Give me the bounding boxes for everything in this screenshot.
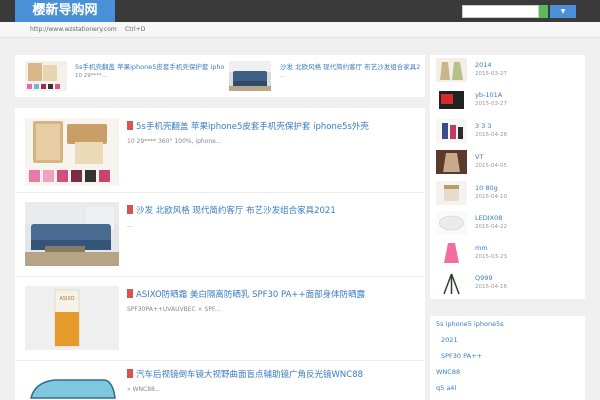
- article-title-text: ASIXO防晒霜 美白隔离防晒乳 SPF30 PA++面部身体防晒露: [136, 290, 366, 300]
- bookmark-icon: [127, 289, 133, 298]
- bookmark-icon: [127, 205, 133, 214]
- sidebar-item-date: 2015-03-27: [475, 71, 507, 77]
- sidebar-item-title: 10 80g: [475, 184, 498, 192]
- featured-thumb-phonecase[interactable]: [25, 61, 67, 91]
- dress-thumb-icon: [436, 58, 467, 82]
- sidebar-item-title: yb-101A: [475, 91, 503, 99]
- coat-thumb-icon: [436, 150, 467, 174]
- article-title-4[interactable]: 汽车后视镜倒车镜大视野曲面盲点辅助镜广角反光镜WNC88: [127, 368, 417, 380]
- article-thumb-mirror[interactable]: [25, 370, 119, 400]
- category-link-4[interactable]: WNC88: [436, 368, 460, 376]
- mirror-image-icon: [25, 370, 119, 400]
- article-list: 5s手机壳翻盖 苹果iphone5皮套手机壳保护套 iphone5s外壳 10 …: [15, 108, 425, 400]
- sidebar-item-title: LEDIX08: [475, 214, 503, 222]
- article-thumb-sofa[interactable]: [25, 202, 119, 266]
- search-dropdown-button[interactable]: ▼: [550, 5, 576, 18]
- search-input[interactable]: [462, 5, 539, 18]
- category-link-1[interactable]: 5s iphone5 iphone5s: [436, 320, 504, 328]
- sunscreen-image-icon: ASIXO: [25, 286, 119, 350]
- featured-strip: 5s手机壳翻盖 苹果iphone5皮套手机壳保护套 iphone5s外壳 10 …: [15, 55, 425, 97]
- article-title-text: 汽车后视镜倒车镜大视野曲面盲点辅助镜广角反光镜WNC88: [136, 370, 364, 380]
- sub-bar: http://www.wzstationery.com Ctrl+D: [0, 22, 600, 38]
- featured-title-1[interactable]: 5s手机壳翻盖 苹果iphone5皮套手机壳保护套 iphone5s外壳: [75, 61, 225, 71]
- sidebar-item-3[interactable]: 3 3 3 2015-04-28: [436, 119, 584, 149]
- sidebar-item-6[interactable]: LEDIX08 2015-04-22: [436, 211, 584, 241]
- article-title-1[interactable]: 5s手机壳翻盖 苹果iphone5皮套手机壳保护套 iphone5s外壳: [127, 120, 417, 132]
- featured-meta-2: ...: [280, 73, 286, 79]
- sidebar-item-title: 2014: [475, 61, 492, 69]
- featured-meta-1: 10 29****...: [75, 73, 107, 79]
- bookmark-shortcut[interactable]: Ctrl+D: [125, 22, 145, 38]
- pink-dress-thumb-icon: [436, 241, 467, 265]
- sidebar-item-7[interactable]: mm 2015-03-23: [436, 241, 584, 271]
- tripod-thumb-icon: [436, 271, 467, 295]
- lamp-thumb-icon: [436, 211, 467, 235]
- sidebar-item-date: 2015-04-05: [475, 163, 507, 169]
- featured-thumb-sofa[interactable]: [229, 61, 271, 91]
- article-meta-3: SPF30PA++UVAUVBEC × SPF...: [127, 306, 221, 313]
- sofa-image-icon: [25, 202, 119, 266]
- svg-text:ASIXO: ASIXO: [59, 296, 74, 302]
- bookmark-icon: [127, 369, 133, 378]
- divider: [15, 192, 425, 193]
- sidebar-item-date: 2015-04-22: [475, 224, 507, 230]
- category-link-5[interactable]: q5 a4l: [436, 384, 456, 392]
- phone-case-image-icon: [25, 118, 119, 186]
- article-thumb-sunscreen[interactable]: ASIXO: [25, 286, 119, 350]
- featured-title-2[interactable]: 沙发 北欧风格 现代简约客厅 布艺沙发组合家具2021: [280, 61, 420, 71]
- sidebar-item-date: 2015-04-10: [475, 194, 507, 200]
- sidebar-item-date: 2015-03-27: [475, 101, 507, 107]
- site-logo[interactable]: 樱新导购网: [15, 0, 115, 22]
- sofa-image-icon: [229, 61, 271, 91]
- bookmark-icon: [127, 121, 133, 130]
- phone-case-image-icon: [25, 61, 67, 91]
- sidebar-item-8[interactable]: Q999 2015-04-16: [436, 271, 584, 301]
- article-meta-1: 10 29**** 360° 100%, iphone...: [127, 138, 222, 145]
- sidebar-item-title: VT: [475, 153, 484, 161]
- sidebar-item-date: 2015-03-23: [475, 254, 507, 260]
- sidebar-item-date: 2015-04-28: [475, 132, 507, 138]
- sidebar-item-5[interactable]: 10 80g 2015-04-10: [436, 181, 584, 211]
- article-title-text: 5s手机壳翻盖 苹果iphone5皮套手机壳保护套 iphone5s外壳: [136, 122, 369, 132]
- article-meta-2: ...: [127, 222, 133, 229]
- box-thumb-icon: [436, 88, 467, 112]
- sidebar-item-2[interactable]: yb-101A 2015-03-27: [436, 88, 584, 118]
- search-button[interactable]: [539, 5, 548, 18]
- sidebar-item-1[interactable]: 2014 2015-03-27: [436, 58, 584, 88]
- sidebar-item-title: mm: [475, 244, 488, 252]
- site-url-link[interactable]: http://www.wzstationery.com: [30, 22, 117, 38]
- sidebar-item-4[interactable]: VT 2015-04-05: [436, 150, 584, 180]
- article-meta-4: » WNC88...: [127, 386, 161, 393]
- divider: [15, 360, 425, 361]
- top-navbar: 樱新导购网 ▼: [0, 0, 600, 22]
- article-title-text: 沙发 北欧风格 现代简约客厅 布艺沙发组合家具2021: [136, 206, 336, 216]
- divider: [15, 276, 425, 277]
- article-thumb-phonecase[interactable]: [25, 118, 119, 186]
- jar-thumb-icon: [436, 181, 467, 205]
- sidebar-item-title: 3 3 3: [475, 122, 492, 130]
- category-link-3[interactable]: SPF30 PA++: [441, 352, 482, 360]
- sidebar-item-title: Q999: [475, 274, 493, 282]
- article-title-3[interactable]: ASIXO防晒霜 美白隔离防晒乳 SPF30 PA++面部身体防晒露: [127, 288, 417, 300]
- category-link-2[interactable]: 2021: [441, 336, 458, 344]
- bottle-thumb-icon: [436, 119, 467, 143]
- article-title-2[interactable]: 沙发 北欧风格 现代简约客厅 布艺沙发组合家具2021: [127, 204, 417, 216]
- sidebar-item-date: 2015-04-16: [475, 284, 507, 290]
